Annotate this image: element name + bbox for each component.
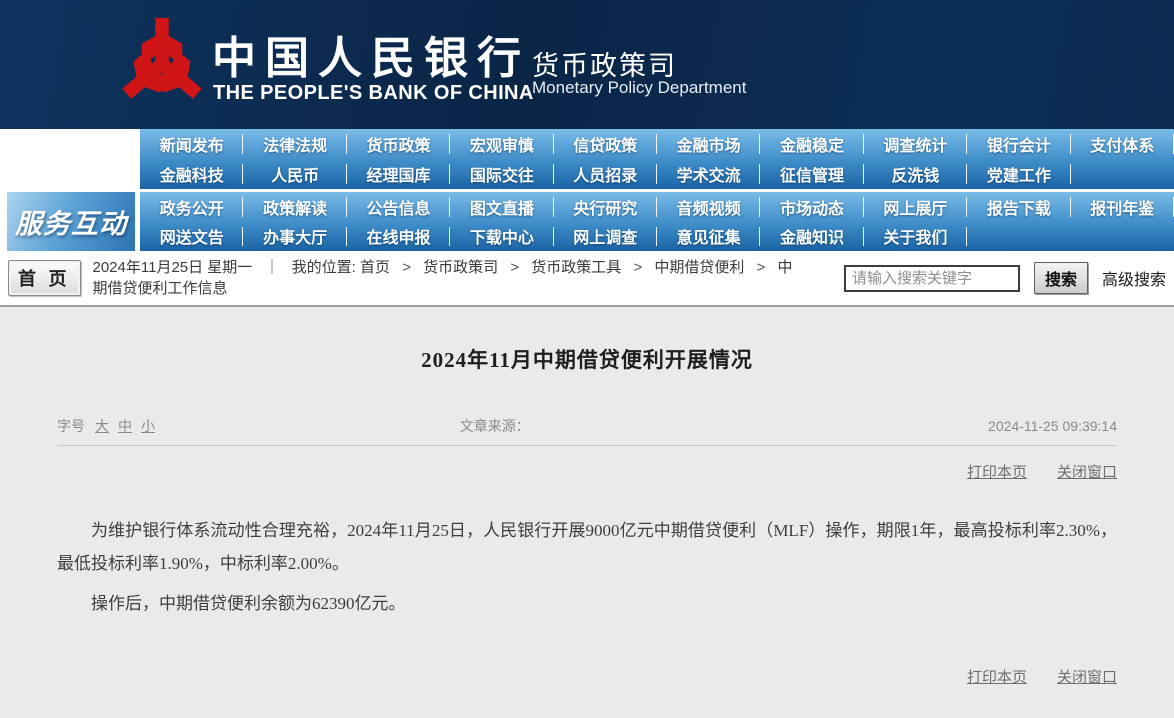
nav-item-aml[interactable]: 反洗钱	[864, 159, 967, 189]
nav-item-gov-disclosure[interactable]: 政务公开	[140, 192, 243, 222]
nav-item-policy-interpretation[interactable]: 政策解读	[243, 192, 346, 222]
service-nav-menu: 政务公开 政策解读 公告信息 图文直播 央行研究 音频视频 市场动态 网上展厅 …	[140, 192, 1174, 251]
nav-item-financial-markets[interactable]: 金融市场	[657, 129, 760, 159]
article-timestamp: 2024-11-25 09:39:14	[988, 418, 1117, 434]
nav-item-recruitment[interactable]: 人员招录	[554, 159, 657, 189]
nav-item-statistics[interactable]: 调查统计	[864, 129, 967, 159]
nav-item-financial-stability[interactable]: 金融稳定	[760, 129, 863, 159]
nav-item-periodicals[interactable]: 报刊年鉴	[1071, 192, 1174, 222]
search-button[interactable]: 搜索	[1034, 262, 1088, 294]
service-interaction-block[interactable]: 服务互动	[7, 192, 135, 251]
article-paragraph: 操作后，中期借贷便利余额为62390亿元。	[57, 587, 1117, 620]
nav-item-laws[interactable]: 法律法规	[243, 129, 346, 159]
article-source-label: 文章来源：	[460, 416, 988, 436]
service-nav: 服务互动 政务公开 政策解读 公告信息 图文直播 央行研究 音频视频 市场动态 …	[0, 192, 1174, 251]
nav-item-international[interactable]: 国际交往	[450, 159, 553, 189]
search-input[interactable]	[844, 265, 1020, 292]
nav-row4-filler	[967, 222, 1174, 252]
nav-item-renminbi[interactable]: 人民币	[243, 159, 346, 189]
nav-item-credit-info[interactable]: 征信管理	[760, 159, 863, 189]
breadcrumb: 2024年11月25日 星期一 ｜ 我的位置: 首页 > 货币政策司 > 货币政…	[93, 257, 793, 299]
nav-row-2: 金融科技 人民币 经理国库 国际交往 人员招录 学术交流 征信管理 反洗钱 党建…	[140, 159, 1174, 189]
article-paragraph: 为维护银行体系流动性合理充裕，2024年11月25日，人民银行开展9000亿元中…	[57, 514, 1117, 580]
nav-item-opinion-collection[interactable]: 意见征集	[657, 222, 760, 252]
nav-item-live-broadcast[interactable]: 图文直播	[450, 192, 553, 222]
article-body: 为维护银行体系流动性合理充裕，2024年11月25日，人民银行开展9000亿元中…	[57, 514, 1117, 620]
article-content: 2024年11月中期借贷便利开展情况 字号 大 中 小 文章来源： 2024-1…	[0, 344, 1174, 687]
nav-item-market-dynamics[interactable]: 市场动态	[760, 192, 863, 222]
breadcrumb-home[interactable]: 首页	[360, 259, 390, 276]
nav-item-macroprudential[interactable]: 宏观审慎	[450, 129, 553, 159]
breadcrumb-dept[interactable]: 货币政策司	[423, 259, 498, 276]
date-label: 2024年11月25日 星期一	[93, 259, 253, 276]
nav-row2-filler	[1071, 159, 1174, 189]
nav-item-news[interactable]: 新闻发布	[140, 129, 243, 159]
department-name-english: Monetary Policy Department	[532, 78, 746, 98]
service-interaction-label: 服务互动	[15, 202, 127, 241]
print-page-link[interactable]: 打印本页	[967, 461, 1027, 482]
breadcrumb-separator: >	[402, 259, 411, 276]
close-window-link[interactable]: 关闭窗口	[1057, 461, 1117, 482]
font-size-label: 字号	[57, 416, 85, 436]
primary-nav-menu: 新闻发布 法律法规 货币政策 宏观审慎 信贷政策 金融市场 金融稳定 调查统计 …	[140, 129, 1174, 189]
nav-row-3: 政务公开 政策解读 公告信息 图文直播 央行研究 音频视频 市场动态 网上展厅 …	[140, 192, 1174, 222]
nav-item-announcements[interactable]: 公告信息	[347, 192, 450, 222]
nav-item-monetary-policy[interactable]: 货币政策	[347, 129, 450, 159]
location-prefix: 我的位置:	[292, 259, 356, 276]
advanced-search-link[interactable]: 高级搜索	[1102, 266, 1166, 290]
nav-item-academic[interactable]: 学术交流	[657, 159, 760, 189]
top-actions-row: 打印本页 关闭窗口	[57, 461, 1117, 482]
nav-item-download-center[interactable]: 下载中心	[450, 222, 553, 252]
bank-name-english: THE PEOPLE'S BANK OF CHINA	[213, 82, 534, 105]
pboc-logo-icon	[112, 12, 212, 116]
breadcrumb-bar: 首 页 2024年11月25日 星期一 ｜ 我的位置: 首页 > 货币政策司 >…	[0, 251, 1174, 307]
nav-item-accounting[interactable]: 银行会计	[967, 129, 1070, 159]
print-page-link[interactable]: 打印本页	[967, 666, 1027, 687]
nav-item-online-survey[interactable]: 网上调查	[554, 222, 657, 252]
nav-left-spacer	[0, 129, 140, 189]
font-size-large[interactable]: 大	[95, 416, 109, 436]
nav-item-audio-video[interactable]: 音频视频	[657, 192, 760, 222]
nav-item-fintech[interactable]: 金融科技	[140, 159, 243, 189]
breadcrumb-separator: >	[633, 259, 642, 276]
bottom-actions-row: 打印本页 关闭窗口	[57, 666, 1117, 687]
breadcrumb-mlf[interactable]: 中期借贷便利	[654, 259, 744, 276]
nav-item-service-hall[interactable]: 办事大厅	[243, 222, 346, 252]
nav-item-about-us[interactable]: 关于我们	[864, 222, 967, 252]
page-title: 2024年11月中期借贷便利开展情况	[57, 344, 1117, 374]
close-window-link[interactable]: 关闭窗口	[1057, 666, 1117, 687]
site-header: 中国人民银行 THE PEOPLE'S BANK OF CHINA 货币政策司 …	[0, 0, 1174, 129]
primary-nav: 新闻发布 法律法规 货币政策 宏观审慎 信贷政策 金融市场 金融稳定 调查统计 …	[0, 129, 1174, 189]
service-left-margin	[0, 192, 7, 251]
nav-item-credit-policy[interactable]: 信贷政策	[554, 129, 657, 159]
nav-item-report-download[interactable]: 报告下载	[967, 192, 1070, 222]
breadcrumb-separator: >	[510, 259, 519, 276]
nav-item-research[interactable]: 央行研究	[554, 192, 657, 222]
nav-item-online-gallery[interactable]: 网上展厅	[864, 192, 967, 222]
nav-item-treasury[interactable]: 经理国库	[347, 159, 450, 189]
nav-row-1: 新闻发布 法律法规 货币政策 宏观审慎 信贷政策 金融市场 金融稳定 调查统计 …	[140, 129, 1174, 159]
font-size-controls: 字号 大 中 小	[57, 416, 460, 436]
home-button[interactable]: 首 页	[8, 260, 81, 296]
nav-item-party-building[interactable]: 党建工作	[967, 159, 1070, 189]
bank-name-chinese: 中国人民银行	[212, 22, 530, 86]
nav-item-web-notices[interactable]: 网送文告	[140, 222, 243, 252]
nav-item-payment-system[interactable]: 支付体系	[1071, 129, 1174, 159]
nav-row-4: 网送文告 办事大厅 在线申报 下载中心 网上调查 意见征集 金融知识 关于我们	[140, 222, 1174, 252]
date-divider: ｜	[264, 259, 279, 276]
article-meta-row: 字号 大 中 小 文章来源： 2024-11-25 09:39:14	[57, 416, 1117, 446]
breadcrumb-separator: >	[757, 259, 766, 276]
font-size-medium[interactable]: 中	[118, 416, 132, 436]
breadcrumb-tools[interactable]: 货币政策工具	[531, 259, 621, 276]
nav-item-online-filing[interactable]: 在线申报	[347, 222, 450, 252]
nav-item-financial-knowledge[interactable]: 金融知识	[760, 222, 863, 252]
search-zone: 搜索 高级搜索	[844, 262, 1166, 294]
font-size-small[interactable]: 小	[141, 416, 155, 436]
